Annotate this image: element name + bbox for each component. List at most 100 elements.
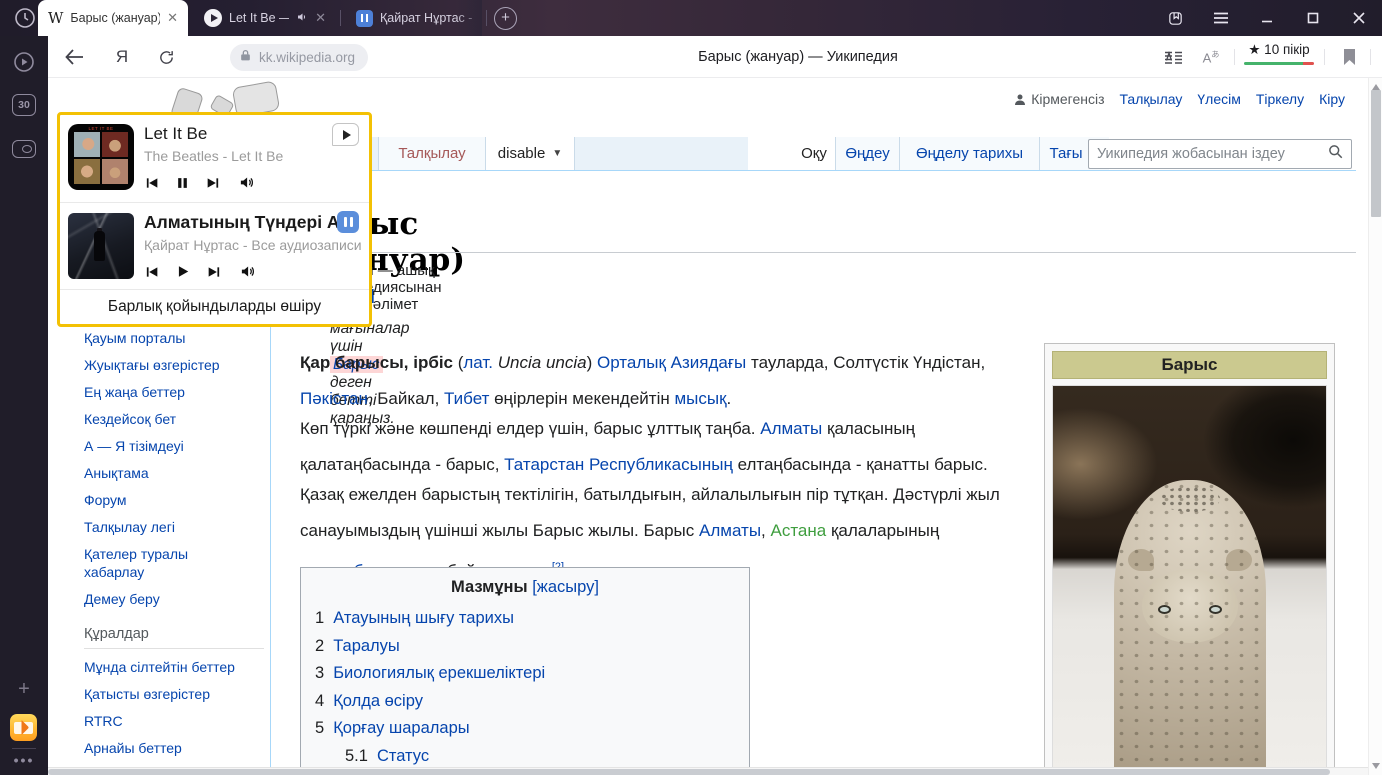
pause-icon[interactable]	[176, 176, 189, 190]
audio-player-popup: LET IT BE Let It Be The Beatles - Let It…	[57, 112, 372, 327]
play-icon	[204, 9, 222, 27]
volume-icon[interactable]	[239, 264, 256, 279]
add-panel-icon[interactable]: +	[12, 678, 36, 702]
tab-talk[interactable]: Талқылау	[378, 137, 485, 170]
site-rating[interactable]: ★ 10 пікір	[1244, 42, 1314, 65]
track-row-almaty-tunderi[interactable]: Алматының Түндері Ай Қайрат Нұртас - Все…	[60, 203, 369, 289]
toolbar-divider	[1324, 49, 1325, 65]
vertical-scroll-thumb[interactable]	[1371, 90, 1381, 217]
paragraph-2: Көп түркі және көшпенді елдер үшін, бары…	[300, 411, 1020, 483]
tab-gadget-disable[interactable]: disable▼	[485, 137, 575, 170]
scroll-down-arrow[interactable]	[1372, 763, 1380, 769]
address-bar[interactable]: kk.wikipedia.org	[230, 44, 368, 71]
browser-sidebar: 30 + •••	[0, 36, 48, 775]
play-icon[interactable]	[176, 264, 190, 279]
reader-mode-icon[interactable]	[1156, 36, 1190, 78]
audio-speaker-icon[interactable]	[296, 11, 308, 26]
nav-link[interactable]: Қауым порталы	[84, 330, 264, 348]
next-track-icon[interactable]	[207, 265, 222, 279]
rating-text: ★ 10 пікір	[1244, 42, 1314, 58]
close-tab-icon[interactable]: ✕	[167, 10, 178, 26]
previous-track-icon[interactable]	[144, 176, 159, 190]
track-row-let-it-be[interactable]: LET IT BE Let It Be The Beatles - Let It…	[60, 115, 369, 202]
yandex-logo-icon[interactable]: Я	[104, 36, 140, 78]
nav-link[interactable]: Қателер туралы хабарлау	[84, 546, 234, 581]
nav-link[interactable]: Ең жаңа беттер	[84, 384, 264, 402]
snow-leopard-image	[1052, 385, 1327, 767]
infobox: Барыс	[1044, 343, 1335, 767]
next-track-icon[interactable]	[206, 176, 221, 190]
volume-icon[interactable]	[238, 175, 255, 190]
back-icon[interactable]	[56, 36, 92, 78]
stop-all-tabs-button[interactable]: Барлық қойындыларды өшіру	[60, 289, 369, 324]
yandex-mail-icon[interactable]	[12, 714, 36, 742]
translate-icon[interactable]: Aあ	[1194, 36, 1228, 78]
refresh-icon[interactable]	[148, 36, 184, 78]
toc-item[interactable]: 1Атауының шығу тарихы	[315, 605, 735, 633]
nav-link[interactable]: Форум	[84, 492, 264, 510]
calendar-icon[interactable]: 30	[12, 94, 36, 118]
toc-item[interactable]: 5.1Статус	[315, 743, 735, 768]
nav-link[interactable]: RTRC	[84, 713, 264, 731]
tab-title: Let It Be — The Beatl	[229, 11, 289, 25]
new-tab-button[interactable]: +	[494, 7, 517, 30]
personal-link-register[interactable]: Тіркелу	[1256, 91, 1304, 107]
horizontal-scrollbar[interactable]	[48, 767, 1368, 775]
search-input[interactable]	[1089, 146, 1320, 162]
nav-link[interactable]: Демеу беру	[84, 591, 264, 609]
tab-read[interactable]: Оқу	[793, 137, 835, 170]
nav-section-tools: Құралдар	[84, 625, 264, 649]
toc-item[interactable]: 2Таралуы	[315, 633, 735, 661]
toolbar-divider	[1370, 49, 1371, 65]
previous-track-icon[interactable]	[144, 265, 159, 279]
toc-hide-link[interactable]: [жасыру]	[532, 578, 599, 596]
lock-icon	[239, 48, 252, 68]
wiki-sidebar-nav: Қауым порталы Жуықтағы өзгерістер Ең жаң…	[84, 330, 264, 767]
bookmark-icon[interactable]	[1332, 36, 1366, 78]
screenshot-icon[interactable]	[12, 140, 36, 164]
nav-link[interactable]: Кездейсоқ бет	[84, 411, 264, 429]
toc-title: Мазмұны	[451, 578, 528, 596]
rating-bar	[1244, 62, 1314, 65]
tab-wikipedia[interactable]: W Барыс (жануар) — Уики ✕	[38, 0, 188, 36]
nav-link[interactable]: Жуықтағы өзгерістер	[84, 357, 264, 375]
vertical-scrollbar[interactable]	[1368, 78, 1382, 775]
personal-link-talk[interactable]: Талқылау	[1120, 91, 1183, 107]
nav-link[interactable]: Анықтама	[84, 465, 264, 483]
horizontal-scroll-thumb[interactable]	[48, 769, 1330, 775]
nav-link[interactable]: Мұнда сілтейтін беттер	[84, 659, 264, 677]
toc-item[interactable]: 5Қорғау шаралары	[315, 715, 735, 743]
tab-panel-icon[interactable]	[1152, 0, 1198, 36]
page-title: Барыс (жануар) — Уикипедия	[448, 36, 1148, 78]
toc-item[interactable]: 4Қолда өсіру	[315, 688, 735, 716]
history-clock-icon[interactable]	[13, 6, 37, 30]
nav-link[interactable]: Арнайы беттер	[84, 740, 264, 758]
maximize-button[interactable]	[1290, 0, 1336, 36]
minimize-button[interactable]	[1244, 0, 1290, 36]
toc-item[interactable]: 3Биологиялық ерекшеліктері	[315, 660, 735, 688]
personal-link-login[interactable]: Кіру	[1319, 91, 1345, 107]
downloads-icon[interactable]	[1378, 36, 1382, 78]
nav-link[interactable]: Қатысты өзгерістер	[84, 686, 264, 704]
track-subtitle: The Beatles - Let It Be	[144, 148, 359, 164]
tab-kairat-nurtas[interactable]: Қайрат Нұртас - Алматын	[346, 0, 482, 36]
track-subtitle: Қайрат Нұртас - Все аудиозаписи	[144, 237, 359, 253]
url-text: kk.wikipedia.org	[259, 50, 355, 65]
close-window-button[interactable]	[1336, 0, 1382, 36]
menu-icon[interactable]	[1198, 0, 1244, 36]
close-tab-icon[interactable]: ✕	[315, 10, 326, 26]
nav-link[interactable]: Талқылау легі	[84, 519, 264, 537]
search-icon[interactable]	[1320, 144, 1351, 164]
personal-bar: Кірмегенсіз Талқылау Үлесім Тіркелу Кіру	[1014, 91, 1345, 107]
tab-edit[interactable]: Өңдеу	[835, 137, 899, 170]
personal-link-contribs[interactable]: Үлесім	[1197, 91, 1240, 107]
play-in-tab-button[interactable]	[332, 123, 359, 146]
music-play-icon[interactable]	[12, 50, 36, 74]
nav-link[interactable]: А — Я тізімдеуі	[84, 438, 264, 456]
chevron-down-icon: ▼	[552, 148, 562, 159]
more-options-icon[interactable]: •••	[12, 752, 36, 775]
tab-paused-badge[interactable]	[337, 211, 359, 233]
tab-let-it-be[interactable]: Let It Be — The Beatl ✕	[194, 0, 336, 36]
tab-history[interactable]: Өңделу тарихы	[899, 137, 1039, 170]
browser-toolbar: Я kk.wikipedia.org Барыс (жануар) — Уики…	[48, 36, 1382, 78]
